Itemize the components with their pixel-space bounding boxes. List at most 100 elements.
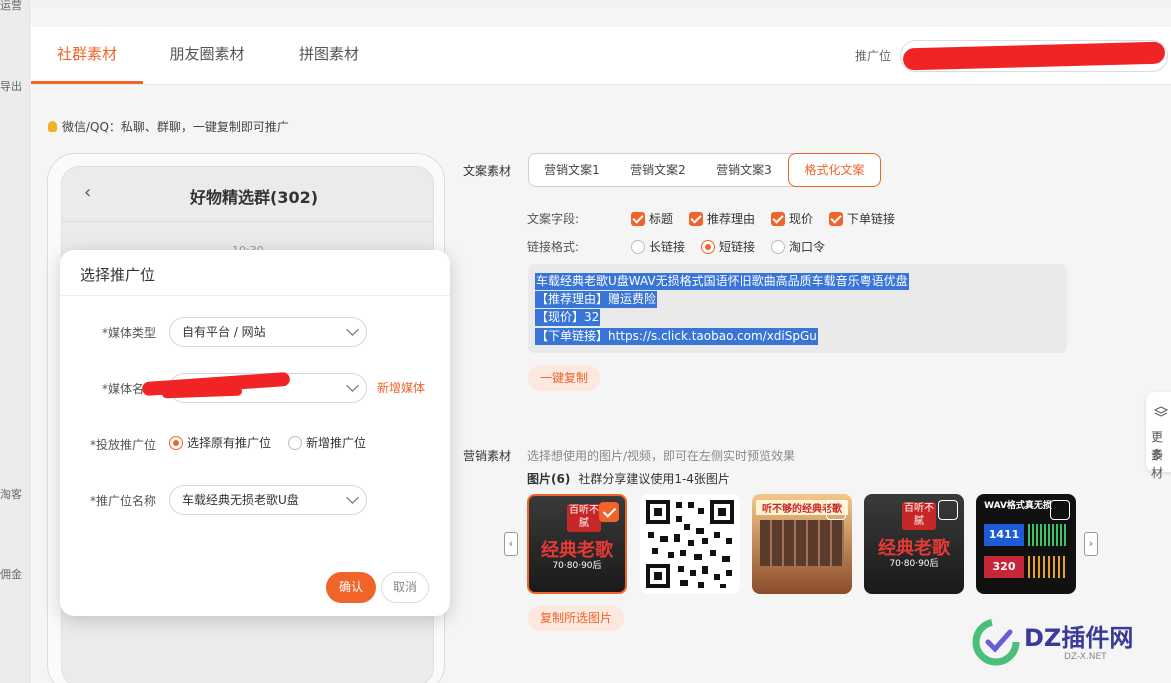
segment-formatted-copy[interactable]: 格式化文案	[788, 153, 881, 187]
radio-checked-icon	[701, 240, 715, 254]
link-format-label: 链接格式:	[527, 240, 580, 254]
thumb-caption-top: 百听不腻	[902, 502, 936, 530]
thumb-caption-sub: 70·80·90后	[889, 559, 939, 569]
media-type-select[interactable]: 自有平台 / 网站	[169, 317, 367, 347]
media-type-value: 自有平台 / 网站	[182, 325, 266, 339]
side-tab-label-2: 素材	[1151, 448, 1164, 480]
image-thumb[interactable]: 百听不腻 经典老歌 70·80·90后	[527, 494, 627, 594]
images-count: 图片(6)	[527, 472, 571, 486]
checkbox-unchecked-icon	[826, 500, 846, 520]
copy-line-title: 车载经典老歌U盘WAV无损格式国语怀旧歌曲高品质车载音乐粤语优盘	[535, 273, 909, 290]
segment-copy-2[interactable]: 营销文案2	[615, 154, 701, 186]
field-price-label: 现价	[789, 212, 814, 226]
more-material-side-tab[interactable]: 更多 素材	[1146, 392, 1171, 480]
segment-copy-1[interactable]: 营销文案1	[529, 154, 615, 186]
field-reason-label: 推荐理由	[707, 212, 756, 226]
link-format-long[interactable]: 长链接	[631, 238, 685, 255]
radio-unchecked-icon	[288, 436, 302, 450]
link-format-taokouling-label: 淘口令	[789, 240, 826, 254]
thumb-caption-top: 百听不腻	[567, 504, 601, 532]
photo-collage	[760, 520, 844, 566]
radio-existing-label: 选择原有推广位	[187, 436, 272, 450]
copy-segment-control: 营销文案1 营销文案2 营销文案3 格式化文案	[528, 153, 881, 187]
image-thumb[interactable]: 听不够的经典老歌	[752, 494, 852, 594]
checkbox-checked-icon	[631, 212, 645, 226]
radio-unchecked-icon	[771, 240, 785, 254]
copy-line-link: 【下单链接】https://s.click.taobao.com/xdiSpGu	[535, 328, 818, 345]
radio-checked-icon	[169, 436, 183, 450]
left-sidebar-strip: 运营 导出 淘客 佣金	[0, 0, 30, 683]
copy-all-button[interactable]: 一键复制	[528, 365, 601, 391]
qr-code-thumb[interactable]	[640, 494, 740, 594]
sidebar-text: 佣金	[0, 568, 22, 581]
brand-logo-icon	[972, 618, 1020, 666]
copy-line-reason: 【推荐理由】赠运费险	[535, 291, 658, 308]
cancel-button[interactable]: 取消	[381, 572, 429, 603]
link-format-long-label: 长链接	[649, 240, 686, 254]
thumb-caption-sub: 70·80·90后	[552, 561, 602, 571]
link-format-short-label: 短链接	[719, 240, 756, 254]
link-format-short[interactable]: 短链接	[701, 238, 755, 255]
field-order-link-label: 下单链接	[847, 212, 896, 226]
placement-label: *投放推广位	[89, 438, 156, 452]
checkbox-checked-icon	[771, 212, 785, 226]
waveform-graphic	[1028, 556, 1068, 578]
checkbox-unchecked-icon	[1050, 500, 1070, 520]
radio-unchecked-icon	[631, 240, 645, 254]
prev-arrow-icon[interactable]: ‹	[504, 532, 518, 556]
tab-collage-material[interactable]: 拼图素材	[283, 27, 375, 84]
copy-line-price: 【现价】32	[535, 309, 601, 326]
brand-name: DZ插件网	[1024, 624, 1134, 652]
thumb-caption-main: 1411	[984, 524, 1024, 546]
back-arrow-icon[interactable]: ‹	[84, 182, 91, 203]
checkbox-checked-icon	[829, 212, 843, 226]
media-type-label: *媒体类型	[101, 326, 156, 340]
field-order-link-checkbox[interactable]: 下单链接	[829, 210, 895, 227]
chevron-down-icon	[346, 323, 359, 336]
redaction-mark	[902, 41, 1166, 71]
field-price-checkbox[interactable]: 现价	[771, 210, 813, 227]
lightbulb-icon	[48, 121, 57, 132]
layers-icon	[1154, 406, 1168, 417]
position-name-value: 车载经典无损老歌U盘	[182, 493, 299, 507]
thumb-caption-sub: 320	[984, 556, 1024, 578]
sidebar-text: 淘客	[0, 488, 22, 501]
share-hint-text: 微信/QQ：私聊、群聊，一键复制即可推广	[62, 120, 289, 134]
field-reason-checkbox[interactable]: 推荐理由	[689, 210, 755, 227]
chat-group-title: 好物精选群(302)	[190, 188, 319, 207]
confirm-button[interactable]: 确认	[326, 572, 376, 603]
thumb-caption-top: WAV格式真无损	[984, 501, 1052, 511]
radio-new-label: 新增推广位	[306, 436, 367, 450]
radio-new-position[interactable]: 新增推广位	[288, 434, 366, 451]
qr-code-icon	[644, 498, 736, 590]
sidebar-text: 导出	[0, 80, 22, 93]
image-thumb[interactable]: 百听不腻 经典老歌 70·80·90后	[864, 494, 964, 594]
marketing-material-label: 营销素材	[463, 449, 512, 463]
sidebar-text: 运营	[0, 0, 22, 12]
images-hint: 社群分享建议使用1-4张图片	[578, 472, 730, 486]
tab-community-material[interactable]: 社群素材	[31, 27, 143, 84]
position-name-select[interactable]: 车载经典无损老歌U盘	[169, 485, 367, 515]
next-arrow-icon[interactable]: ›	[1084, 532, 1098, 556]
add-media-link[interactable]: 新增媒体	[377, 379, 425, 396]
fields-label: 文案字段:	[527, 212, 580, 226]
promo-position-label: 推广位	[855, 49, 892, 63]
image-thumb[interactable]: WAV格式真无损 1411 320	[976, 494, 1076, 594]
copy-material-label: 文案素材	[463, 164, 512, 178]
marketing-hint: 选择想使用的图片/视频，即可在左侧实时预览效果	[527, 449, 796, 463]
brand-watermark: DZ插件网 DZ-X.NET	[968, 608, 1168, 680]
images-heading: 图片(6) 社群分享建议使用1-4张图片	[527, 470, 730, 487]
copy-selected-images-button[interactable]: 复制所选图片	[528, 605, 625, 631]
dialog-title: 选择推广位	[80, 266, 156, 284]
tab-moments-material[interactable]: 朋友圈素材	[155, 27, 259, 84]
radio-existing-position[interactable]: 选择原有推广位	[169, 434, 271, 451]
checkbox-checked-icon	[599, 502, 619, 522]
link-format-taokouling[interactable]: 淘口令	[771, 238, 825, 255]
share-hint: 微信/QQ：私聊、群聊，一键复制即可推广	[48, 118, 289, 135]
brand-url: DZ-X.NET	[1064, 652, 1107, 662]
segment-copy-3[interactable]: 营销文案3	[701, 154, 787, 186]
waveform-graphic	[1028, 524, 1068, 546]
field-title-checkbox[interactable]: 标题	[631, 210, 673, 227]
checkbox-unchecked-icon	[938, 500, 958, 520]
promo-position-select[interactable]	[900, 40, 1168, 72]
